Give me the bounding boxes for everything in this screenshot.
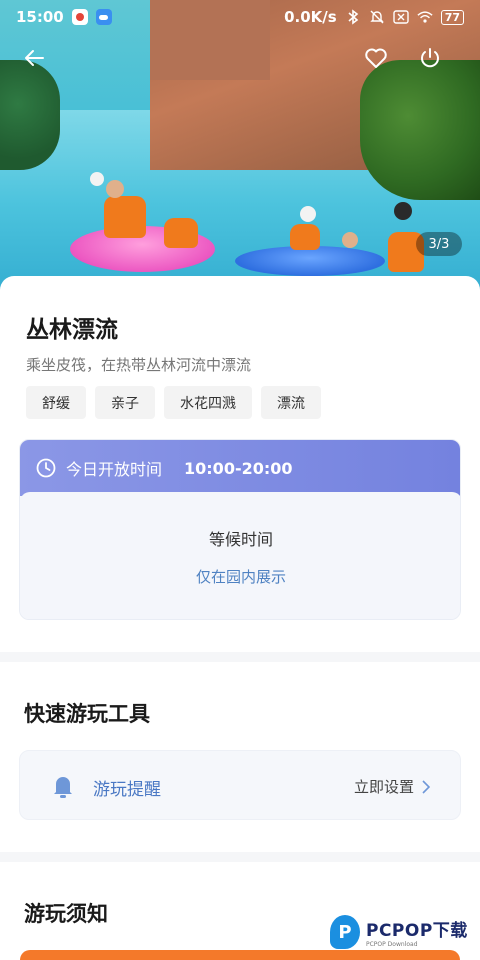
watermark-logo: P PCPOP下载 PCPOP Download <box>330 912 480 952</box>
opening-hours-card: 今日开放时间 10:00-20:00 等候时间 仅在园内展示 <box>19 439 461 620</box>
close-mini-app-button[interactable] <box>410 38 450 78</box>
heart-icon <box>365 48 387 68</box>
tag: 舒缓 <box>26 386 86 419</box>
rider-vest <box>290 224 320 250</box>
rider-head <box>90 172 104 186</box>
tag-list: 舒缓 亲子 水花四溅 漂流 <box>26 386 321 419</box>
attraction-description: 乘坐皮筏，在热带丛林河流中漂流 <box>26 356 252 374</box>
blue-tube <box>235 246 385 276</box>
rider-head <box>300 206 316 222</box>
quick-tools-title: 快速游玩工具 <box>24 702 150 726</box>
app-icon <box>71 9 88 25</box>
opening-hours-label: 今日开放时间 <box>66 460 163 479</box>
battery-icon: 77 <box>440 9 464 25</box>
chevron-right-icon <box>422 779 430 794</box>
favorite-button[interactable] <box>356 38 396 78</box>
opening-hours-header: 今日开放时间 10:00-20:00 <box>20 440 460 496</box>
rider-vest <box>164 218 198 248</box>
back-button[interactable] <box>14 38 54 78</box>
tag: 漂流 <box>261 386 321 419</box>
set-now-label: 立即设置 <box>353 778 414 796</box>
opening-hours-value: 10:00-20:00 <box>184 458 293 478</box>
tag: 水花四溅 <box>164 386 252 419</box>
watermark-sub: PCPOP Download <box>366 941 418 948</box>
status-bar: 15:00 0.0K/s 77 <box>0 0 480 34</box>
rider-head <box>106 180 124 198</box>
bluetooth-icon <box>345 9 361 25</box>
pcpop-logo-icon: P <box>330 915 360 949</box>
notice-title: 游玩须知 <box>24 902 108 926</box>
network-speed: 0.0K/s <box>284 8 337 26</box>
cloud-app-icon <box>95 9 112 25</box>
mute-icon <box>369 9 385 25</box>
top-nav <box>0 38 480 78</box>
image-page-counter: 3/3 <box>416 232 462 256</box>
wifi-icon <box>417 9 433 25</box>
set-now-link[interactable]: 立即设置 <box>354 776 430 797</box>
hero-foliage <box>360 60 480 200</box>
content-panel: 丛林漂流 乘坐皮筏，在热带丛林河流中漂流 舒缓 亲子 水花四溅 漂流 今日开放时… <box>0 276 480 960</box>
wait-time-title: 等候时间 <box>208 530 273 549</box>
wait-time-note: 仅在园内展示 <box>195 568 286 586</box>
bell-icon <box>54 777 72 798</box>
power-icon <box>421 48 439 68</box>
sim-icon <box>392 9 409 25</box>
rider-head <box>394 202 412 220</box>
watermark-brand: PCPOP下载 <box>366 921 468 941</box>
back-arrow-icon <box>25 50 44 66</box>
wait-time-panel: 等候时间 仅在园内展示 <box>20 492 460 619</box>
rider-head <box>342 232 358 248</box>
play-reminder-label: 游玩提醒 <box>93 780 161 800</box>
status-time: 15:00 <box>16 8 64 26</box>
play-reminder-row[interactable]: 游玩提醒 立即设置 <box>19 750 461 820</box>
rider-vest <box>104 196 146 238</box>
section-divider <box>0 852 480 862</box>
hero-image[interactable]: 15:00 0.0K/s 77 3/3 <box>0 0 480 300</box>
clock-icon <box>36 458 56 478</box>
section-divider <box>0 652 480 662</box>
tag: 亲子 <box>95 386 155 419</box>
attraction-title: 丛林漂流 <box>26 317 118 343</box>
